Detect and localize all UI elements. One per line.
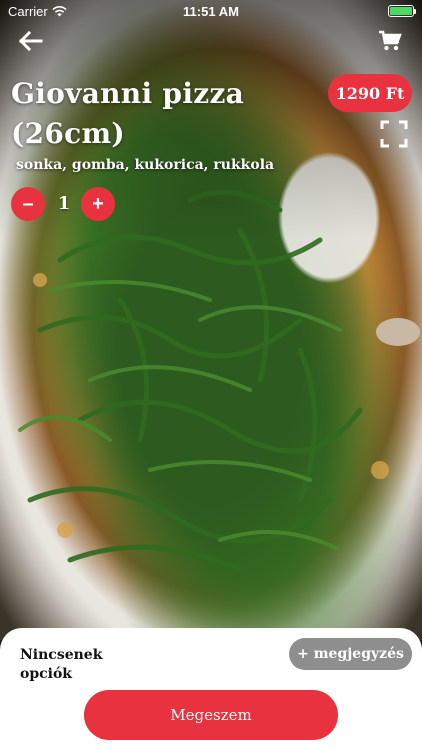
cart-button[interactable]	[378, 30, 402, 52]
options-label: Nincsenek opciók	[20, 647, 103, 682]
fullscreen-icon	[380, 120, 408, 148]
battery-icon	[388, 5, 416, 17]
battery-level	[390, 7, 412, 15]
order-button[interactable]: Megeszem	[84, 690, 338, 740]
status-bar: Carrier 11:51 AM	[0, 0, 422, 22]
back-button[interactable]	[18, 30, 44, 52]
decrease-quantity-button[interactable]: –	[11, 187, 45, 221]
cart-icon	[379, 30, 402, 51]
clock: 11:51 AM	[183, 4, 239, 19]
increase-quantity-button[interactable]: +	[81, 187, 115, 221]
ingredients-text: sonka, gomba, kukorica, rukkola	[16, 157, 275, 173]
fullscreen-button[interactable]	[380, 120, 408, 148]
order-panel: Nincsenek opciók + megjegyzés Megeszem	[0, 628, 422, 750]
product-title: Giovanni pizza (26cm)	[11, 77, 245, 150]
quantity-value: 1	[57, 193, 71, 214]
add-note-button[interactable]: + megjegyzés	[289, 638, 412, 670]
arrow-left-icon	[18, 30, 43, 52]
price-badge: 1290 Ft	[328, 74, 412, 112]
